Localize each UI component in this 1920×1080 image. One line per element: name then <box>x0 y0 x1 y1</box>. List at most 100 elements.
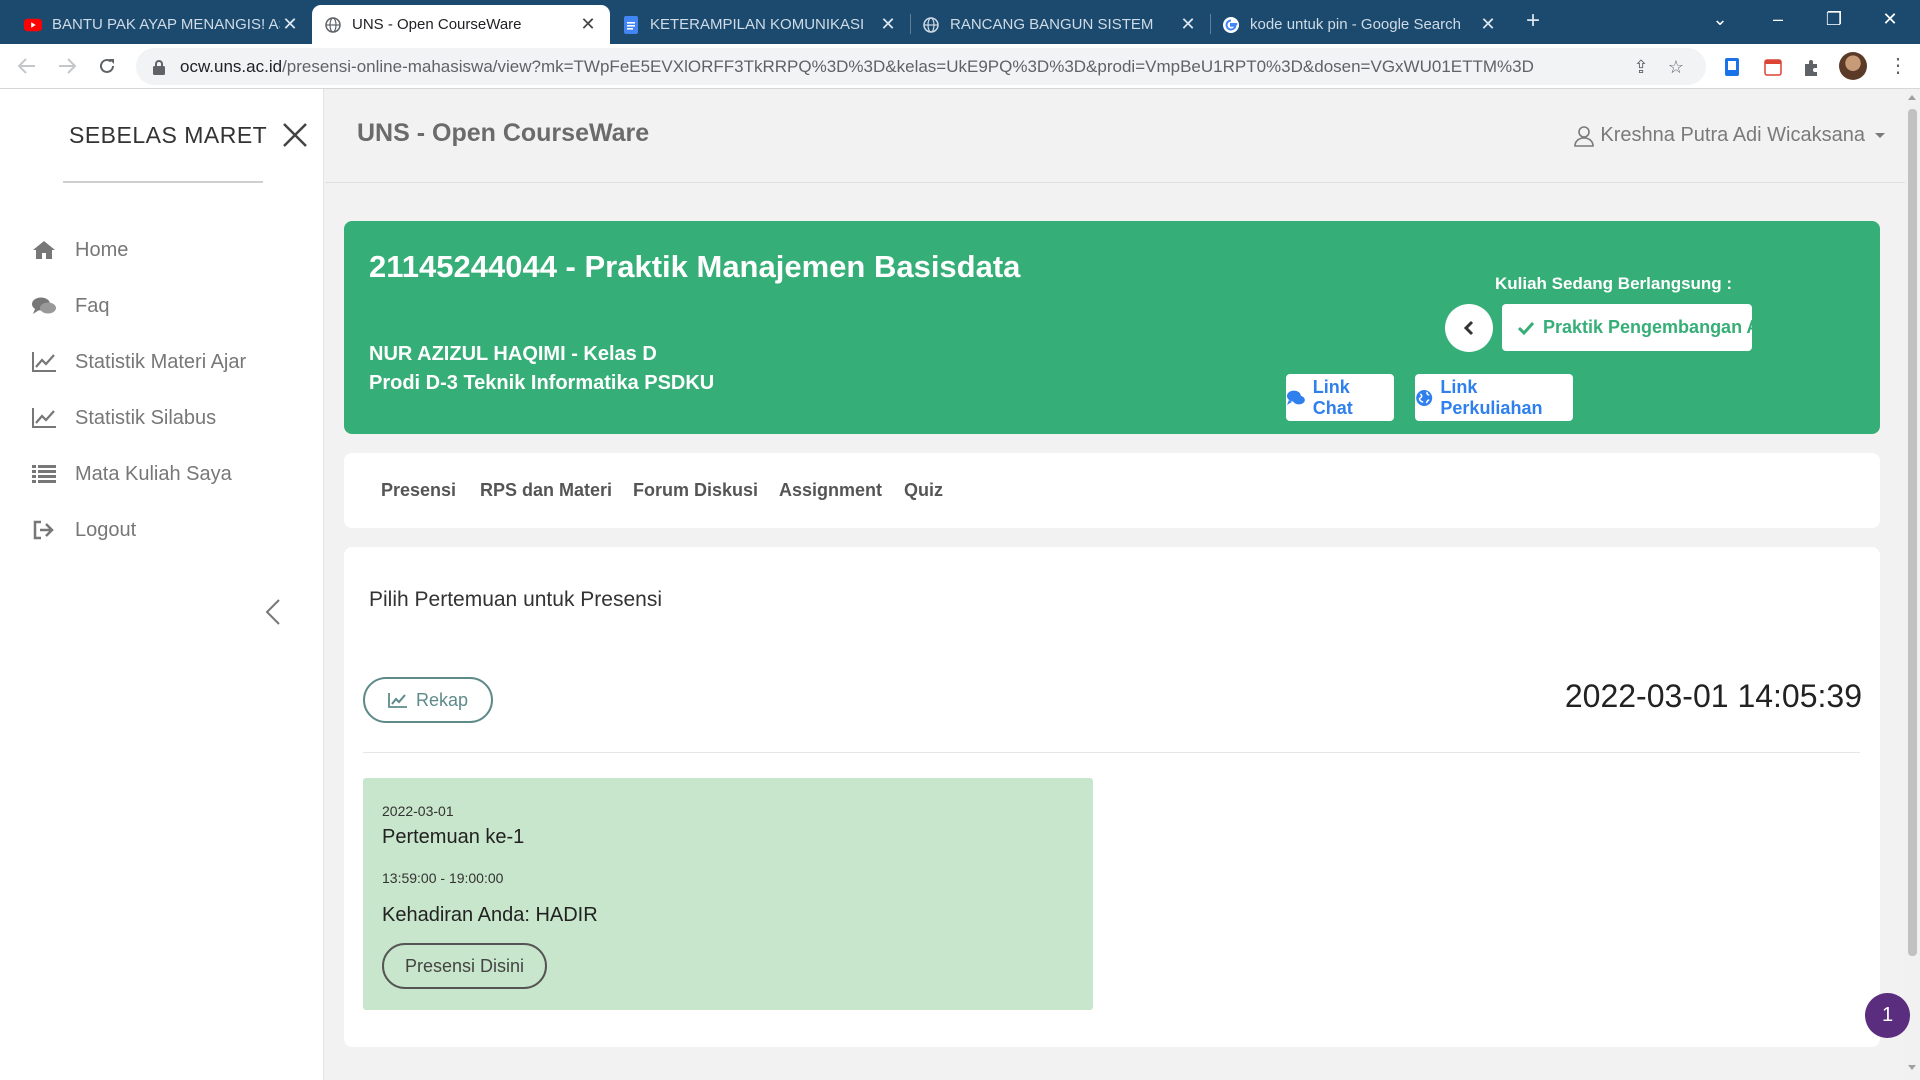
user-icon <box>1574 125 1595 147</box>
menu-kebab-icon[interactable]: ⋮ <box>1888 52 1908 80</box>
meeting-title: Pertemuan ke-1 <box>382 826 525 848</box>
browser-tab-1[interactable]: BANTU PAK AYAP MENANGIS! AS ✕ <box>12 5 312 44</box>
arrow-right-icon <box>59 58 76 74</box>
comments-icon <box>30 294 58 318</box>
browser-tab-2[interactable]: UNS - Open CourseWare ✕ <box>312 5 610 44</box>
sidebar: SEBELAS MARET Home Faq Statistik Materi … <box>0 89 324 1080</box>
google-icon <box>1222 16 1240 34</box>
profile-avatar[interactable] <box>1839 52 1867 80</box>
sidebar-item-logout[interactable]: Logout <box>30 512 300 548</box>
user-name: Kreshna Putra Adi Wicaksana <box>1600 124 1865 146</box>
close-tab-icon[interactable]: ✕ <box>1178 14 1198 35</box>
list-icon <box>30 462 58 486</box>
docs-icon <box>622 15 640 34</box>
tab-rps-materi[interactable]: RPS dan Materi <box>480 480 612 501</box>
study-program: Prodi D-3 Teknik Informatika PSDKU <box>369 372 715 394</box>
meeting-date: 2022-03-01 <box>382 803 454 819</box>
scroll-down-arrow-icon[interactable] <box>1908 1065 1916 1070</box>
close-tab-icon[interactable]: ✕ <box>578 14 598 35</box>
sign-out-icon <box>30 518 58 542</box>
comments-icon <box>1286 390 1305 405</box>
sidebar-item-label: Statistik Materi Ajar <box>75 350 247 373</box>
presensi-disini-button[interactable]: Presensi Disini <box>382 943 547 989</box>
calendar-extension-icon[interactable] <box>1761 55 1785 79</box>
tab-assignment[interactable]: Assignment <box>779 480 882 501</box>
sidebar-item-label: Statistik Silabus <box>75 406 217 429</box>
tab-forum-diskusi[interactable]: Forum Diskusi <box>633 480 758 501</box>
sidebar-item-faq[interactable]: Faq <box>30 288 300 324</box>
reload-button[interactable] <box>92 51 122 81</box>
sidebar-item-statistik-materi[interactable]: Statistik Materi Ajar <box>30 344 300 380</box>
home-icon <box>30 238 58 262</box>
forward-button[interactable] <box>52 51 82 81</box>
tab-title: KETERAMPILAN KOMUNIKASI <box>650 16 865 33</box>
sidebar-item-label: Logout <box>75 518 137 541</box>
globe-icon <box>324 16 342 34</box>
rekap-button[interactable]: Rekap <box>363 677 493 723</box>
link-perkuliahan-button[interactable]: Link Perkuliahan <box>1415 374 1573 421</box>
close-sidebar-icon[interactable] <box>282 122 308 148</box>
ongoing-lecture-pill[interactable]: Praktik Pengembangan Aplikasi <box>1502 304 1752 351</box>
extension-icon[interactable] <box>1720 55 1744 79</box>
browser-chrome: BANTU PAK AYAP MENANGIS! AS ✕ UNS - Open… <box>0 0 1920 89</box>
close-window-button[interactable]: ✕ <box>1862 0 1918 38</box>
minimize-button[interactable]: – <box>1750 0 1806 38</box>
close-tab-icon[interactable]: ✕ <box>1478 14 1498 35</box>
sidebar-item-home[interactable]: Home <box>30 232 300 268</box>
link-perkuliahan-label: Link Perkuliahan <box>1440 376 1543 418</box>
tab-quiz[interactable]: Quiz <box>904 480 943 501</box>
meeting-card: 2022-03-01 Pertemuan ke-1 13:59:00 - 19:… <box>363 778 1093 1010</box>
ongoing-lecture-name: Praktik Pengembangan Aplikasi <box>1543 317 1752 337</box>
page-title: UNS - Open CourseWare <box>357 119 650 147</box>
brand-divider <box>63 181 263 183</box>
sidebar-item-statistik-silabus[interactable]: Statistik Silabus <box>30 400 300 436</box>
line-chart-icon <box>30 406 58 430</box>
link-chat-button[interactable]: Link Chat <box>1286 374 1394 421</box>
chevron-left-icon <box>1463 320 1474 336</box>
rekap-label: Rekap <box>415 689 469 710</box>
current-datetime: 2022-03-01 14:05:39 <box>1564 678 1862 714</box>
globe-icon <box>922 16 940 34</box>
back-button[interactable] <box>12 51 42 81</box>
puzzle-extensions-icon[interactable] <box>1800 55 1824 79</box>
arrow-left-icon <box>18 58 35 74</box>
scroll-up-arrow-icon[interactable] <box>1908 95 1916 100</box>
youtube-icon <box>24 16 42 34</box>
check-icon <box>1518 321 1534 335</box>
course-tabs: Presensi RPS dan Materi Forum Diskusi As… <box>344 453 1880 528</box>
section-heading: Pilih Pertemuan untuk Presensi <box>369 588 662 611</box>
previous-lecture-button[interactable] <box>1445 304 1493 352</box>
caret-down-icon <box>1875 133 1885 138</box>
share-icon[interactable]: ⇪ <box>1630 56 1652 78</box>
attendance-status: Kehadiran Anda: HADIR <box>382 904 598 926</box>
new-tab-button[interactable]: + <box>1518 6 1548 36</box>
tab-title: RANCANG BANGUN SISTEM <box>950 16 1154 33</box>
page-scrollbar[interactable] <box>1905 89 1920 1080</box>
sidebar-item-label: Mata Kuliah Saya <box>75 462 232 485</box>
tab-presensi[interactable]: Presensi <box>381 480 456 501</box>
bookmark-star-icon[interactable]: ☆ <box>1665 56 1687 78</box>
browser-tab-5[interactable]: kode untuk pin - Google Search ✕ <box>1210 5 1510 44</box>
user-menu[interactable]: Kreshna Putra Adi Wicaksana <box>1574 124 1885 147</box>
scroll-thumb[interactable] <box>1908 109 1917 956</box>
address-bar[interactable]: ocw.uns.ac.id/presensi-online-mahasiswa/… <box>136 48 1706 85</box>
globe-icon <box>1416 389 1433 406</box>
line-chart-icon <box>30 350 58 374</box>
tab-strip: BANTU PAK AYAP MENANGIS! AS ✕ UNS - Open… <box>0 0 1920 44</box>
browser-tab-3[interactable]: KETERAMPILAN KOMUNIKASI ✕ <box>610 5 910 44</box>
chevron-left-icon[interactable] <box>264 598 282 626</box>
close-tab-icon[interactable]: ✕ <box>280 14 300 35</box>
ongoing-lecture-label: Kuliah Sedang Berlangsung : <box>1495 274 1733 293</box>
tab-title: kode untuk pin - Google Search <box>1250 16 1461 33</box>
close-tab-icon[interactable]: ✕ <box>878 14 898 35</box>
sidebar-item-mata-kuliah[interactable]: Mata Kuliah Saya <box>30 456 300 492</box>
notification-badge[interactable]: 1 <box>1865 993 1910 1038</box>
url-path: /presensi-online-mahasiswa/view?mk=TWpFe… <box>282 56 1534 76</box>
brand-title: SEBELAS MARET <box>69 122 268 148</box>
tab-search-icon[interactable]: ⌄ <box>1692 0 1748 38</box>
browser-tab-4[interactable]: RANCANG BANGUN SISTEM ✕ <box>910 5 1210 44</box>
sidebar-item-label: Faq <box>75 294 110 317</box>
sidebar-item-label: Home <box>75 238 129 261</box>
restore-button[interactable]: ❐ <box>1806 0 1862 38</box>
tab-title: UNS - Open CourseWare <box>352 16 522 33</box>
